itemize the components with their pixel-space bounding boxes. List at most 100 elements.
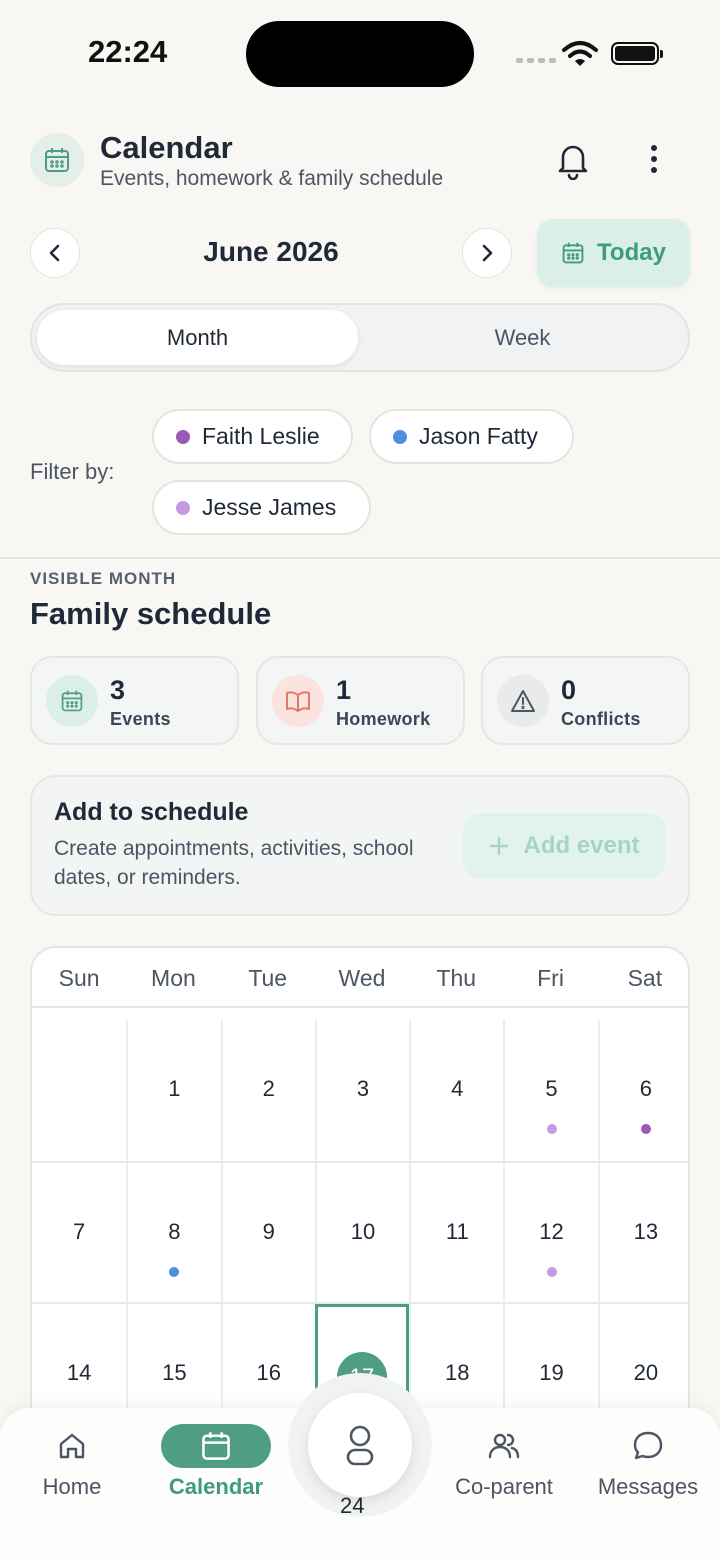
battery-icon <box>611 42 663 65</box>
weekday-header: Sun Mon Tue Wed Thu Fri Sat <box>32 948 688 1008</box>
calendar-day[interactable]: 7 <box>32 1163 126 1302</box>
calendar-day[interactable]: 12 <box>503 1163 597 1302</box>
nav-home[interactable]: Home <box>0 1424 144 1500</box>
add-event-button[interactable]: Add event <box>463 813 666 879</box>
page-title: Calendar <box>100 130 233 165</box>
day-number: 11 <box>445 1219 469 1244</box>
filter-chip-label: Faith Leslie <box>202 423 320 449</box>
event-dot <box>546 1267 557 1277</box>
divider <box>0 557 720 559</box>
person-color-dot <box>393 429 407 444</box>
homework-label: Homework <box>336 709 431 729</box>
calendar-day[interactable]: 3 <box>314 1020 409 1161</box>
today-button[interactable]: Today <box>537 219 690 287</box>
dynamic-island <box>246 21 474 87</box>
nav-calendar[interactable]: Calendar <box>144 1424 288 1500</box>
weekday-label: Thu <box>436 965 477 991</box>
calendar-day[interactable]: 9 <box>220 1163 315 1302</box>
nav-home-label: Home <box>42 1474 102 1499</box>
day-number: 10 <box>350 1219 376 1244</box>
day-number: 18 <box>445 1360 470 1385</box>
day-number: 4 <box>451 1076 464 1101</box>
nav-coparent[interactable]: Co-parent <box>432 1424 576 1500</box>
calendar-week: 1 2 3 4 5 6 <box>32 1020 688 1161</box>
calendar-icon <box>562 242 584 264</box>
calendar-day[interactable]: 2 <box>220 1020 315 1161</box>
calendar-day-empty <box>32 1020 126 1161</box>
day-number: 20 <box>633 1360 659 1385</box>
weekday-label: Fri <box>537 965 564 991</box>
day-number: 12 <box>539 1219 564 1244</box>
filter-label: Filter by: <box>30 459 115 484</box>
calendar-day[interactable]: 8 <box>126 1163 220 1302</box>
add-card-description: Create appointments, activities, school … <box>54 837 414 889</box>
add-card-title: Add to schedule <box>54 798 249 826</box>
cellular-signal-icon <box>516 58 556 63</box>
profile-button[interactable] <box>308 1393 412 1497</box>
filter-chip-label: Jesse James <box>202 494 337 520</box>
page-subtitle: Events, homework & family schedule <box>100 167 444 190</box>
calendar-day[interactable]: 1 <box>126 1020 220 1161</box>
tab-week[interactable]: Week <box>362 310 683 365</box>
day-number: 16 <box>256 1360 281 1385</box>
conflicts-count: 0 <box>561 675 577 705</box>
day-number: 6 <box>639 1076 652 1101</box>
conflicts-stat-card[interactable]: 0 Conflicts <box>481 656 690 745</box>
weekday-label: Sat <box>627 965 663 991</box>
day-number: 15 <box>162 1360 187 1385</box>
homework-stat-card[interactable]: 1 Homework <box>256 656 465 745</box>
calendar-day[interactable]: 5 <box>503 1020 597 1161</box>
day-number: 7 <box>73 1219 86 1244</box>
wifi-icon <box>562 41 598 66</box>
events-stat-card[interactable]: 3 Events <box>30 656 239 745</box>
filter-chip-jesse-james[interactable]: Jesse James <box>152 480 371 535</box>
filter-chip-jason-fatty[interactable]: Jason Fatty <box>369 409 574 464</box>
person-color-dot <box>176 500 190 515</box>
day-number: 8 <box>168 1219 181 1244</box>
nav-calendar-label: Calendar <box>168 1474 264 1499</box>
weekday-label: Mon <box>151 965 196 991</box>
next-month-button[interactable] <box>462 228 512 278</box>
calendar-day[interactable]: 6 <box>597 1020 688 1161</box>
chat-bubble-icon <box>576 1424 720 1468</box>
day-number: 13 <box>633 1219 659 1244</box>
nav-coparent-label: Co-parent <box>455 1474 553 1499</box>
event-dot <box>640 1124 651 1134</box>
calendar-day[interactable]: 4 <box>409 1020 503 1161</box>
section-title: Family schedule <box>30 596 272 631</box>
calendar-day[interactable]: 10 <box>314 1163 409 1302</box>
add-event-label: Add event <box>523 832 640 859</box>
person-icon <box>346 1425 374 1466</box>
event-dot <box>546 1124 557 1134</box>
day-number: 9 <box>262 1219 275 1244</box>
weekday-label: Wed <box>338 965 386 991</box>
chevron-right-icon <box>482 244 493 262</box>
weekday-label: Sun <box>58 965 100 991</box>
calendar-day[interactable]: 11 <box>409 1163 503 1302</box>
events-count: 3 <box>110 675 126 705</box>
day-number: 1 <box>168 1076 181 1101</box>
homework-count: 1 <box>336 675 352 705</box>
section-overline: VISIBLE MONTH <box>30 569 177 588</box>
bell-icon[interactable] <box>554 140 592 180</box>
filter-chip-faith-leslie[interactable]: Faith Leslie <box>152 409 353 464</box>
chevron-left-icon <box>49 244 60 262</box>
users-icon <box>432 1424 576 1468</box>
today-button-label: Today <box>597 239 666 266</box>
current-month-label: June 2026 <box>203 236 339 267</box>
day-number: 5 <box>545 1076 558 1101</box>
calendar-day[interactable]: 13 <box>597 1163 688 1302</box>
tab-month[interactable]: Month <box>37 310 358 365</box>
events-label: Events <box>110 709 171 729</box>
status-time: 22:24 <box>88 34 168 69</box>
previous-month-button[interactable] <box>30 228 80 278</box>
nav-messages[interactable]: Messages <box>576 1424 720 1500</box>
home-icon <box>0 1424 144 1468</box>
person-color-dot <box>176 429 190 444</box>
calendar-week: 7 8 9 10 11 12 13 <box>32 1161 688 1302</box>
day-number: 2 <box>262 1076 275 1101</box>
filter-chip-label: Jason Fatty <box>419 423 538 449</box>
calendar-app-icon <box>30 133 84 187</box>
event-dot <box>169 1267 180 1277</box>
more-options-icon[interactable] <box>640 140 668 180</box>
